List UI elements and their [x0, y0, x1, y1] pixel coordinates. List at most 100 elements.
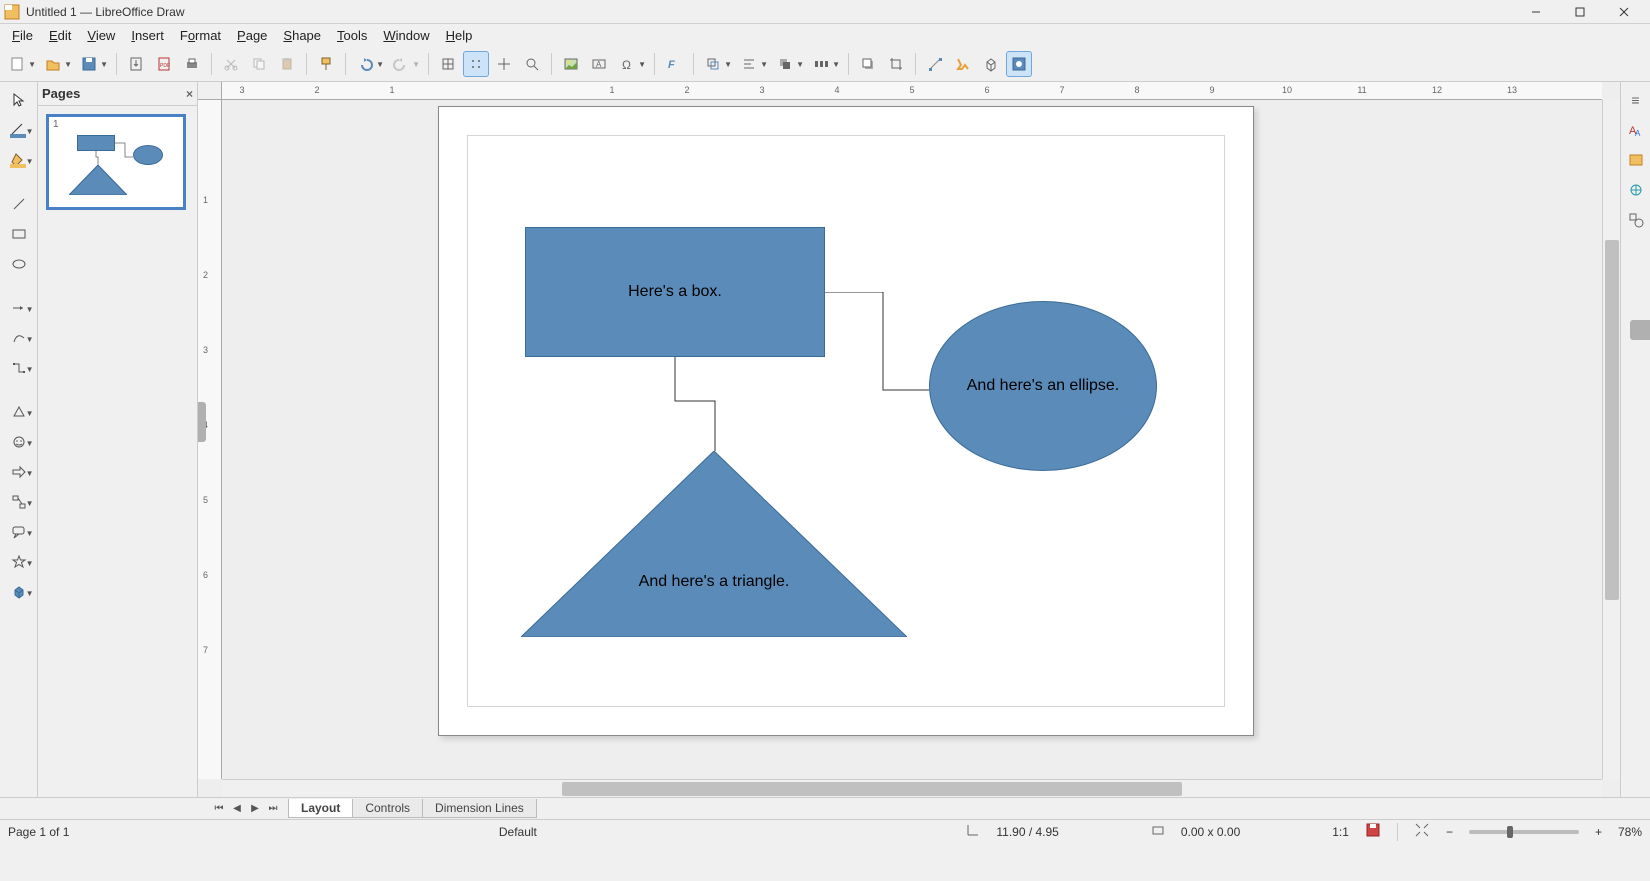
symbol-shapes-tool[interactable]: ▼ [3, 430, 35, 454]
status-coords: 11.90 / 4.95 [996, 825, 1059, 839]
status-scale[interactable]: 1:1 [1332, 825, 1349, 839]
vertical-scrollbar[interactable] [1602, 100, 1620, 779]
save-status-icon[interactable] [1365, 822, 1381, 841]
zoom-button[interactable] [519, 51, 545, 77]
horizontal-scrollbar-thumb[interactable] [562, 782, 1182, 796]
sidebar-tabs: ≡ AA [1620, 82, 1650, 797]
tab-nav-first[interactable]: ⏮ [210, 803, 228, 814]
status-style[interactable]: Default [499, 825, 537, 839]
panel-expand-left-handle[interactable] [198, 402, 206, 442]
save-button[interactable]: ▼ [76, 51, 102, 77]
snap-to-grid-button[interactable] [463, 51, 489, 77]
line-tool[interactable] [3, 192, 35, 216]
zoom-in-button[interactable]: + [1595, 825, 1602, 839]
export-pdf-button[interactable]: PDF [151, 51, 177, 77]
zoom-out-button[interactable]: − [1446, 825, 1453, 839]
sidebar-styles-icon[interactable]: AA [1626, 120, 1646, 140]
redo-button[interactable]: ▼ [388, 51, 414, 77]
print-button[interactable] [179, 51, 205, 77]
export-button[interactable] [123, 51, 149, 77]
menu-insert[interactable]: Insert [123, 26, 172, 45]
stars-tool[interactable]: ▼ [3, 550, 35, 574]
open-button[interactable]: ▼ [40, 51, 66, 77]
menu-window[interactable]: Window [375, 26, 437, 45]
menu-page[interactable]: Page [229, 26, 275, 45]
horizontal-ruler[interactable]: 3 2 1 1 2 3 4 5 6 7 8 9 10 11 12 13 [222, 82, 1602, 100]
flowchart-tool[interactable]: ▼ [3, 490, 35, 514]
curve-tool[interactable]: ▼ [3, 326, 35, 350]
zoom-slider[interactable] [1469, 830, 1579, 834]
sidebar-shapes-icon[interactable] [1626, 210, 1646, 230]
menu-tools[interactable]: Tools [329, 26, 375, 45]
fit-page-icon[interactable] [1414, 822, 1430, 841]
svg-text:A: A [1635, 129, 1641, 138]
tab-layout[interactable]: Layout [288, 799, 353, 818]
tab-controls[interactable]: Controls [352, 799, 423, 818]
canvas[interactable]: 3 2 1 1 2 3 4 5 6 7 8 9 10 11 12 13 1 2 … [198, 82, 1620, 797]
tab-nav-prev[interactable]: ◀ [228, 803, 246, 814]
fontwork-button[interactable]: F [661, 51, 687, 77]
callout-tool[interactable]: ▼ [3, 520, 35, 544]
toggle-point-edit-button[interactable] [922, 51, 948, 77]
status-zoom[interactable]: 78% [1618, 825, 1642, 839]
menu-shape[interactable]: Shape [275, 26, 329, 45]
menu-format[interactable]: Format [172, 26, 229, 45]
fill-color-tool[interactable]: ▼ [3, 148, 35, 172]
menu-edit[interactable]: Edit [41, 26, 79, 45]
ruler-corner [198, 82, 222, 100]
toggle-extrusion-button[interactable] [978, 51, 1004, 77]
transformations-button[interactable]: ▼ [700, 51, 726, 77]
page-thumbnail[interactable]: 1 [46, 114, 186, 210]
draw-functions-button[interactable] [1006, 51, 1032, 77]
menu-help[interactable]: Help [438, 26, 481, 45]
insert-image-button[interactable] [558, 51, 584, 77]
cut-button[interactable] [218, 51, 244, 77]
sidebar-navigator-icon[interactable] [1626, 180, 1646, 200]
basic-shapes-tool[interactable]: ▼ [3, 400, 35, 424]
maximize-button[interactable] [1558, 1, 1602, 23]
align-button[interactable]: ▼ [736, 51, 762, 77]
separator [116, 53, 117, 75]
tab-dimension-lines[interactable]: Dimension Lines [422, 799, 537, 818]
connector-tool[interactable]: ▼ [3, 356, 35, 380]
crop-button[interactable] [883, 51, 909, 77]
distribute-button[interactable]: ▼ [808, 51, 834, 77]
select-tool[interactable] [3, 88, 35, 112]
page[interactable]: Here's a box. And here's an ellipse. And… [438, 106, 1254, 736]
vertical-scrollbar-thumb[interactable] [1605, 240, 1619, 600]
insert-special-char-button[interactable]: Ω▼ [614, 51, 640, 77]
clone-formatting-button[interactable] [313, 51, 339, 77]
close-button[interactable] [1602, 1, 1646, 23]
grid-button[interactable] [435, 51, 461, 77]
horizontal-scrollbar[interactable] [222, 779, 1602, 797]
arrow-tool[interactable]: ▼ [3, 296, 35, 320]
tab-nav-last[interactable]: ⏭ [264, 803, 282, 814]
rectangle-tool[interactable] [3, 222, 35, 246]
undo-button[interactable]: ▼ [352, 51, 378, 77]
line-color-tool[interactable]: ▼ [3, 118, 35, 142]
pages-panel-close-icon[interactable]: × [186, 87, 193, 101]
minimize-button[interactable] [1514, 1, 1558, 23]
menu-file[interactable]: File [4, 26, 41, 45]
arrange-button[interactable]: ▼ [772, 51, 798, 77]
shape-triangle[interactable]: And here's a triangle. [521, 451, 907, 637]
block-arrows-tool[interactable]: ▼ [3, 460, 35, 484]
shadow-button[interactable] [855, 51, 881, 77]
menu-view[interactable]: View [79, 26, 123, 45]
sidebar-gallery-icon[interactable] [1626, 150, 1646, 170]
new-button[interactable]: ▼ [4, 51, 30, 77]
3d-objects-tool[interactable]: ▼ [3, 580, 35, 604]
shape-ellipse[interactable]: And here's an ellipse. [929, 301, 1157, 471]
panel-expand-right-handle[interactable] [1630, 320, 1650, 340]
insert-textbox-button[interactable]: A [586, 51, 612, 77]
zoom-slider-handle[interactable] [1507, 826, 1513, 838]
shape-box[interactable]: Here's a box. [525, 227, 825, 357]
ellipse-tool[interactable] [3, 252, 35, 276]
helplines-button[interactable] [491, 51, 517, 77]
separator [915, 53, 916, 75]
sidebar-properties-icon[interactable]: ≡ [1626, 90, 1646, 110]
tab-nav-next[interactable]: ▶ [246, 803, 264, 814]
paste-button[interactable] [274, 51, 300, 77]
glue-points-button[interactable] [950, 51, 976, 77]
copy-button[interactable] [246, 51, 272, 77]
